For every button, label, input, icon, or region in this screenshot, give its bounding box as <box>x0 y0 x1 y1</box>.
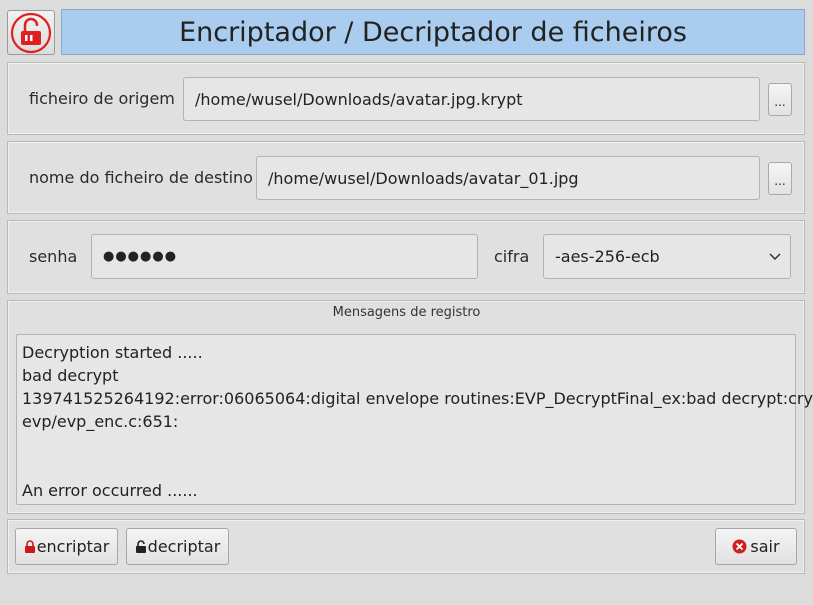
window-title: Encriptador / Decriptador de ficheiros <box>61 9 805 55</box>
log-line: Decryption started ..... <box>22 343 203 362</box>
cipher-selected-value: -aes-256-ecb <box>555 247 660 266</box>
cipher-select[interactable]: -aes-256-ecb <box>543 234 791 279</box>
chevron-down-icon <box>769 253 781 261</box>
log-line: bad decrypt <box>22 366 119 385</box>
encrypt-label: encriptar <box>36 537 110 556</box>
close-circle-icon <box>732 539 747 554</box>
password-input[interactable]: ●●●●●● <box>91 234 478 279</box>
browse-destination-button[interactable]: ... <box>768 162 792 195</box>
decrypt-label: decriptar <box>147 537 221 556</box>
padlock-open-icon <box>10 12 52 53</box>
source-label: ficheiro de origem <box>29 89 175 108</box>
log-title: Mensagens de registro <box>332 305 481 320</box>
destination-file-input[interactable]: /home/wusel/Downloads/avatar_01.jpg <box>256 156 760 200</box>
log-line: 139741525264192:error:06065064:digital e… <box>22 389 813 408</box>
app-logo-button[interactable] <box>7 10 55 55</box>
padlock-open-icon <box>135 539 146 553</box>
password-label: senha <box>29 247 78 266</box>
cipher-label: cifra <box>494 247 530 266</box>
decrypt-button[interactable]: decriptar <box>126 528 229 565</box>
exit-button[interactable]: sair <box>715 528 797 565</box>
log-messages-area[interactable]: Decryption started ..... bad decrypt 139… <box>16 334 813 505</box>
encrypt-button[interactable]: encriptar <box>15 528 118 565</box>
log-line: evp/evp_enc.c:651: <box>22 412 179 431</box>
destination-label: nome do ficheiro de destino <box>29 168 253 187</box>
source-file-input[interactable]: /home/wusel/Downloads/avatar.jpg.krypt <box>183 77 760 121</box>
log-line: An error occurred ...... <box>22 481 198 500</box>
browse-source-button[interactable]: ... <box>768 83 792 116</box>
exit-label: sair <box>750 537 780 556</box>
padlock-closed-icon <box>24 539 35 553</box>
